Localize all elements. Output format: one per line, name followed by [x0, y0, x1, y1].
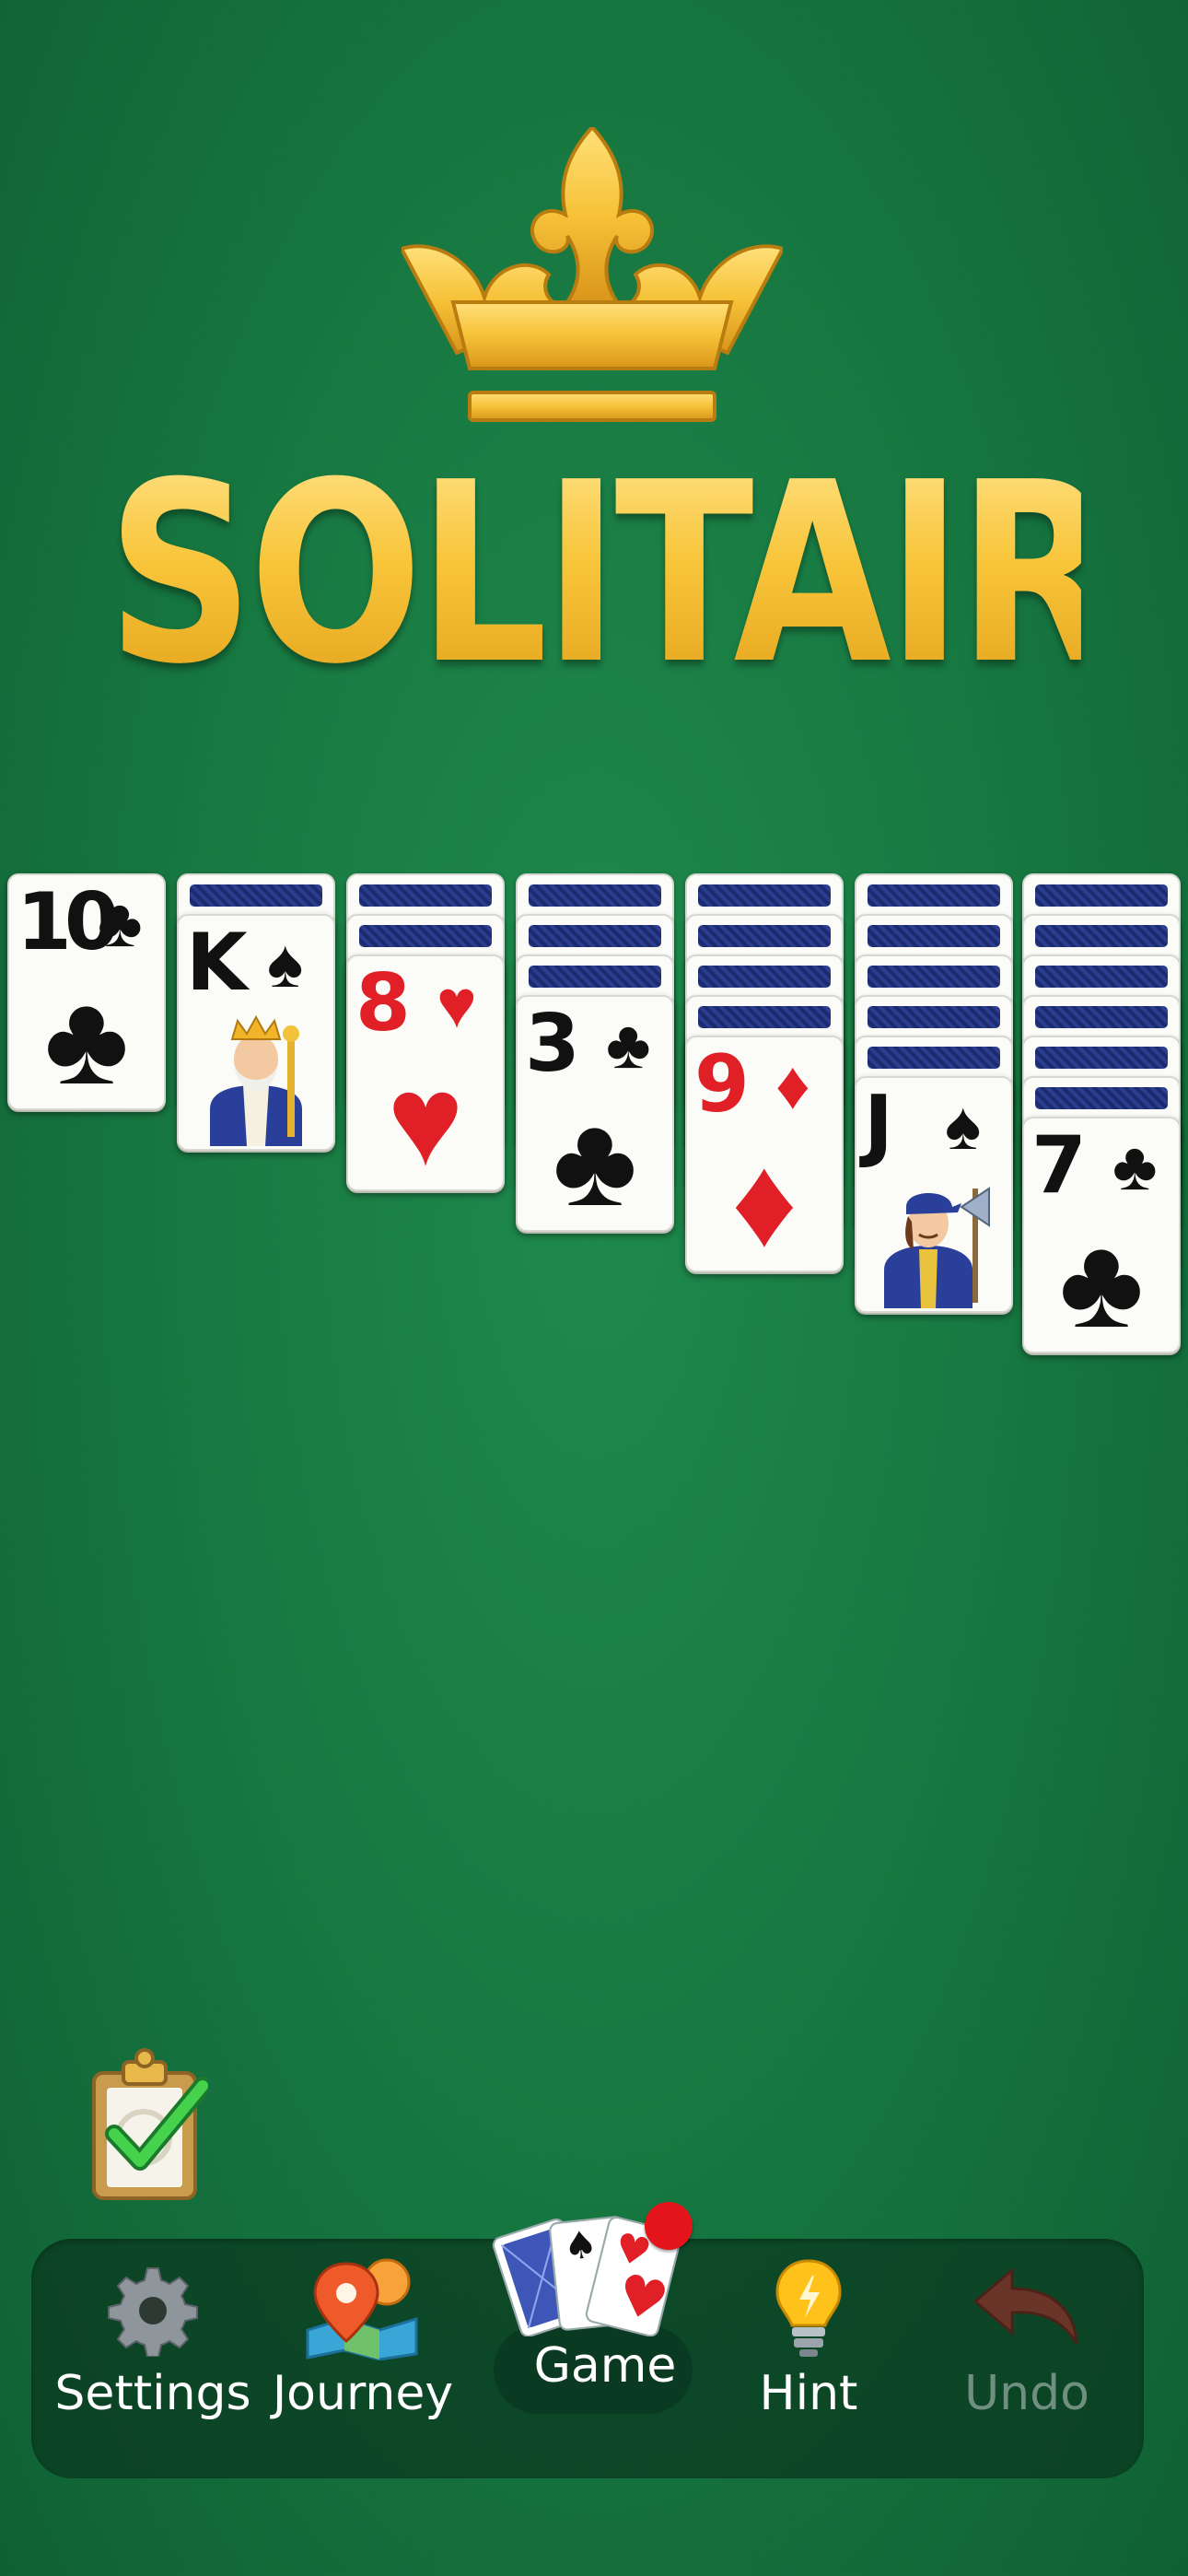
gear-icon	[108, 2267, 198, 2357]
svg-text:♠: ♠	[562, 2221, 600, 2269]
journey-label: Journey	[272, 2366, 454, 2421]
settings-label: Settings	[54, 2366, 251, 2421]
hint-button[interactable]: Hint	[728, 2257, 890, 2451]
card-rank: 8	[355, 957, 411, 1049]
tableau: 10 ♣ ♣ K ♠ 8 ♥ ♥ 3 ♣ ♣ 9 ♦ ♦ J ♠ 7 ♣ ♣	[0, 0, 1188, 1382]
map-pin-icon	[306, 2258, 418, 2360]
face-up-card[interactable]: 3 ♣ ♣	[516, 995, 674, 1232]
notification-badge	[645, 2202, 693, 2250]
undo-label: Undo	[964, 2366, 1089, 2421]
hint-label: Hint	[759, 2366, 858, 2421]
card-suit-icon: ♣	[1112, 1128, 1158, 1204]
face-up-card[interactable]: 9 ♦ ♦	[685, 1036, 844, 1272]
undo-button[interactable]: Undo	[939, 2257, 1114, 2451]
card-rank: K	[186, 917, 248, 1009]
card-rank: 3	[525, 998, 580, 1090]
card-center-suit-icon: ♣	[553, 1088, 637, 1232]
card-suit-icon: ♥	[437, 966, 477, 1042]
settings-button[interactable]: Settings	[44, 2257, 262, 2451]
lightbulb-icon	[775, 2259, 842, 2357]
game-label: Game	[533, 2338, 677, 2394]
clipboard-check-icon[interactable]	[88, 2045, 208, 2202]
journey-button[interactable]: Journey	[262, 2257, 464, 2451]
jack-portrait-icon	[884, 1187, 990, 1308]
king-portrait-icon	[210, 1014, 302, 1146]
face-up-card[interactable]: 10 ♣ ♣	[7, 873, 166, 1110]
card-suit-icon: ♣	[98, 884, 143, 961]
card-suit-icon: ♠	[945, 1087, 982, 1164]
card-center-suit-icon: ♦	[731, 1129, 798, 1272]
face-up-card[interactable]: K ♠	[177, 914, 335, 1151]
card-suit-icon: ♠	[267, 925, 304, 1001]
card-rank: 7	[1031, 1119, 1087, 1212]
card-rank: J	[864, 1079, 893, 1171]
card-center-suit-icon: ♥	[387, 1048, 464, 1191]
card-center-suit-icon: ♣	[44, 966, 129, 1110]
face-up-card[interactable]: 8 ♥ ♥	[346, 954, 505, 1191]
face-up-card[interactable]: 7 ♣ ♣	[1022, 1117, 1181, 1353]
undo-arrow-icon	[973, 2266, 1078, 2345]
card-rank: 9	[694, 1038, 750, 1130]
face-up-card[interactable]: J ♠	[855, 1076, 1013, 1313]
card-center-suit-icon: ♣	[1059, 1210, 1144, 1353]
card-suit-icon: ♦	[775, 1047, 810, 1123]
card-suit-icon: ♣	[606, 1006, 651, 1083]
